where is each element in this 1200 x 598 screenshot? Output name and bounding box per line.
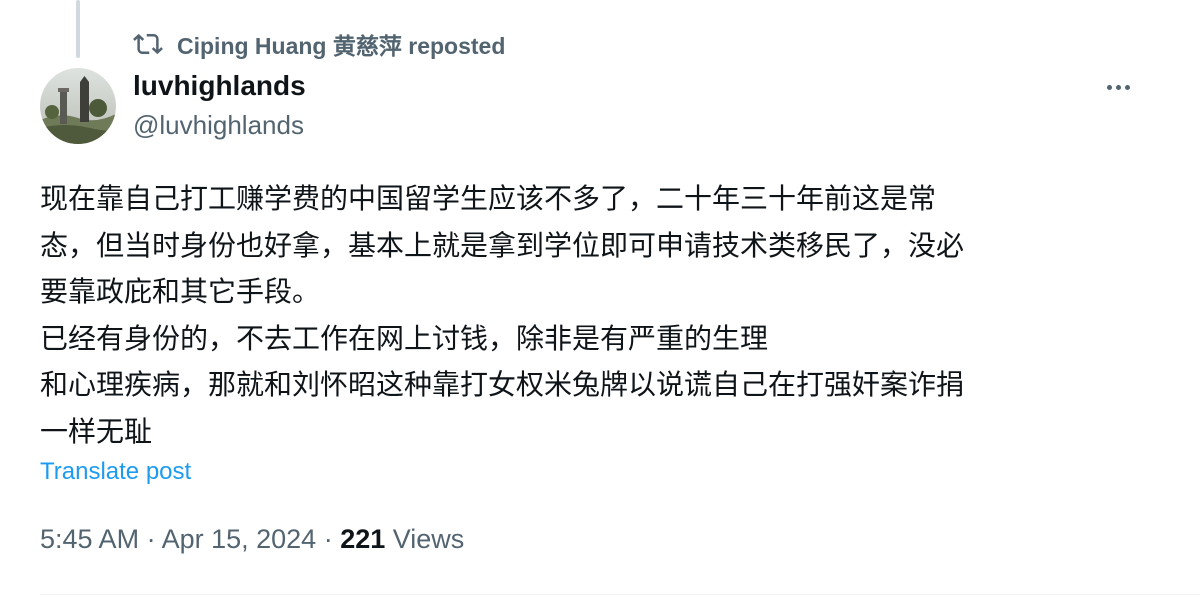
divider: [40, 594, 1200, 595]
more-dot: [1106, 84, 1112, 90]
author-display-name[interactable]: luvhighlands: [133, 70, 306, 102]
more-dot: [1115, 84, 1121, 90]
views-count: 221: [340, 524, 386, 554]
post-time[interactable]: 5:45 AM: [40, 524, 139, 554]
post-text-line: 一样无耻: [40, 414, 153, 448]
post-text: 现在靠自己打工赚学费的中国留学生应该不多了，二十年三十年前这是常 态，但当时身份…: [40, 176, 1160, 455]
views-label: Views: [385, 524, 465, 554]
post-text-line: 要靠政庇和其它手段。: [40, 275, 321, 308]
post-date[interactable]: Apr 15, 2024: [162, 524, 317, 554]
reposter-label[interactable]: Ciping Huang 黄慈萍 reposted: [177, 27, 505, 61]
meta-separator: ·: [139, 524, 162, 554]
post-text-line: 现在靠自己打工赚学费的中国留学生应该不多了，二十年三十年前这是常: [40, 182, 937, 215]
avatar[interactable]: [40, 68, 116, 144]
more-options-icon[interactable]: [1098, 72, 1138, 102]
post-text-line: 态，但当时身份也好拿，基本上就是拿到学位即可申请技术类移民了，没必: [40, 228, 965, 262]
post-metadata: 5:45 AM · Apr 15, 2024 · 221 Views: [40, 524, 464, 555]
translate-post-link[interactable]: Translate post: [40, 458, 191, 486]
post-text-line: 和心理疾病，那就和刘怀昭这种靠打女权米兔牌以说谎自己在打强奸案诈捐: [40, 368, 965, 401]
post-text-line: 已经有身份的，不去工作在网上讨钱，除非是有严重的生理: [40, 321, 769, 355]
thread-connector-line: [76, 0, 80, 58]
repost-icon: [133, 33, 163, 55]
landscape-avatar-image: [40, 68, 116, 144]
repost-header[interactable]: Ciping Huang 黄慈萍 reposted: [133, 28, 505, 60]
meta-separator: ·: [316, 524, 341, 554]
more-dot: [1124, 84, 1130, 90]
author-handle[interactable]: @luvhighlands: [133, 110, 304, 141]
